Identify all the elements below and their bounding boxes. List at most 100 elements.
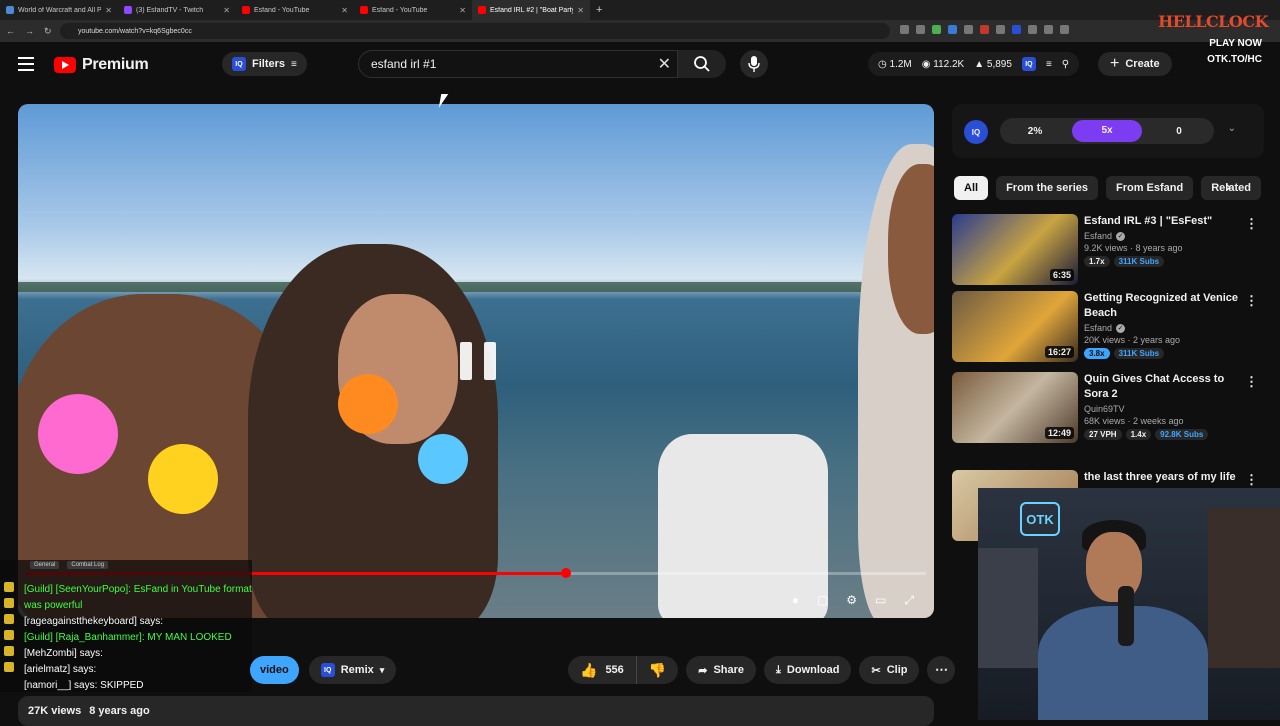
autoplay-toggle-icon[interactable]: ●: [792, 593, 799, 608]
iq-icon[interactable]: IQ: [1021, 57, 1036, 71]
extension-icon[interactable]: [996, 25, 1005, 34]
browser-tab[interactable]: Esfand - YouTube ✕: [236, 0, 354, 20]
channel-name[interactable]: Esfand: [1084, 323, 1112, 333]
extension-icon[interactable]: [948, 25, 957, 34]
download-button[interactable]: ⤓ Download: [764, 656, 852, 684]
chat-author[interactable]: [Guild] [SeenYourPopo]:: [24, 584, 131, 595]
video-title[interactable]: Getting Recognized at Venice Beach: [1084, 291, 1240, 321]
extension-icon[interactable]: [964, 25, 973, 34]
video-title[interactable]: Esfand IRL #3 | "EsFest": [1084, 214, 1240, 229]
chat-button-icon[interactable]: [4, 662, 14, 672]
channel-name[interactable]: Quin69TV: [1084, 404, 1125, 414]
new-tab-button[interactable]: +: [590, 4, 608, 16]
video-thumbnail[interactable]: 16:27: [952, 291, 1078, 362]
stat-badges: 1.7x 311K Subs: [1084, 256, 1240, 267]
chat-button-icon[interactable]: [4, 582, 14, 592]
close-tab-icon[interactable]: ✕: [341, 6, 348, 15]
voice-search-button[interactable]: [740, 50, 768, 78]
browser-tab[interactable]: (3) EsfandTV - Twitch ✕: [118, 0, 236, 20]
stat-badge: 311K Subs: [1113, 256, 1165, 267]
close-tab-icon[interactable]: ✕: [577, 6, 584, 15]
captions-icon[interactable]: ▢: [817, 593, 828, 608]
filter-chip[interactable]: From the series: [996, 176, 1098, 200]
filters-button[interactable]: IQ Filters ≡: [222, 52, 307, 76]
search-input[interactable]: esfand irl #1 ✕: [358, 50, 678, 78]
browser-tab[interactable]: World of Warcraft and All PC G✕: [0, 0, 118, 20]
youtube-header: Premium IQ Filters ≡ esfand irl #1 ✕ ◷ 1…: [0, 42, 1280, 88]
settings-icon[interactable]: ⚙: [846, 593, 857, 608]
extension-icon[interactable]: [900, 25, 909, 34]
extension-icon[interactable]: [932, 25, 941, 34]
video-player[interactable]: ● ▢ ⚙ ▭ ⤢: [18, 104, 934, 618]
chat-author[interactable]: [MehZombi] says:: [24, 648, 103, 659]
recommended-video[interactable]: 12:49 Quin Gives Chat Access to Sora 2 Qui…: [952, 372, 1258, 444]
chat-tab-general[interactable]: General: [30, 561, 60, 569]
share-button[interactable]: ➦ Share: [686, 656, 757, 684]
close-tab-icon[interactable]: ✕: [459, 6, 466, 15]
video-thumbnail[interactable]: 12:49: [952, 372, 1078, 443]
recommended-video[interactable]: 6:35 Esfand IRL #3 | "EsFest" Esfand ✓ 9.2K …: [952, 214, 1258, 286]
youtube-logo[interactable]: Premium: [54, 56, 149, 74]
tab-favicon-icon: [360, 6, 368, 14]
iq-segment[interactable]: 2%: [1000, 126, 1070, 137]
fullscreen-icon[interactable]: ⤢: [904, 593, 914, 608]
search-button[interactable]: [678, 50, 726, 78]
url-field[interactable]: youtube.com/watch?v=kq6Sgbec0cc: [60, 23, 890, 39]
chat-author[interactable]: [Guild] [Raja_Banhammer]:: [24, 632, 145, 643]
chevron-right-icon[interactable]: ›: [1226, 178, 1246, 198]
trophy-icon[interactable]: ⚲: [1062, 59, 1069, 70]
more-vert-icon[interactable]: ⋮: [1245, 374, 1258, 390]
more-vert-icon[interactable]: ⋮: [1245, 293, 1258, 309]
theater-icon[interactable]: ▭: [875, 593, 886, 608]
video-thumbnail[interactable]: 6:35: [952, 214, 1078, 285]
browser-tab[interactable]: Esfand - YouTube ✕: [354, 0, 472, 20]
recommended-video[interactable]: 16:27 Getting Recognized at Venice Beach E…: [952, 291, 1258, 363]
menu-icon[interactable]: [18, 57, 34, 71]
video-title[interactable]: Quin Gives Chat Access to Sora 2: [1084, 372, 1240, 402]
clip-button[interactable]: ✂ Clip: [859, 656, 920, 684]
list-icon[interactable]: ≡: [1046, 59, 1052, 70]
more-vert-icon[interactable]: ⋮: [1245, 216, 1258, 232]
creation-actions: video IQ Remix ▾: [250, 656, 397, 684]
browser-tab[interactable]: Esfand IRL #2 | "Boat Party" ✕: [472, 0, 590, 20]
extension-icon[interactable]: [1060, 25, 1069, 34]
video-title[interactable]: the last three years of my life: [1084, 470, 1240, 485]
chat-button-icon[interactable]: [4, 646, 14, 656]
like-button[interactable]: 👍 556: [568, 656, 637, 684]
reload-icon[interactable]: ↻: [44, 26, 52, 37]
remix-button[interactable]: IQ Remix ▾: [308, 656, 397, 684]
channel-name[interactable]: Esfand: [1084, 231, 1112, 241]
progress-scrubber[interactable]: [561, 568, 571, 578]
filter-chip[interactable]: All: [954, 176, 989, 200]
extension-icon[interactable]: [1044, 25, 1053, 34]
back-icon[interactable]: ←: [6, 26, 15, 36]
chat-author[interactable]: [rageagainstthekeyboard] says:: [24, 616, 163, 627]
close-icon[interactable]: ✕: [658, 54, 671, 74]
description-box[interactable]: [18, 696, 934, 726]
chat-button-icon[interactable]: [4, 630, 14, 640]
iq-segment[interactable]: 0: [1144, 126, 1214, 137]
pause-button[interactable]: [454, 330, 534, 390]
more-vert-icon[interactable]: ⋮: [1245, 472, 1258, 488]
more-actions-button[interactable]: ⋯: [927, 656, 956, 684]
chat-author[interactable]: [namori__] says:: [24, 680, 97, 691]
filter-chip[interactable]: From Esfand: [1105, 176, 1194, 200]
chat-author[interactable]: [arielmatz] says:: [24, 664, 96, 675]
extension-icon[interactable]: [1012, 25, 1021, 34]
chat-button-icon[interactable]: [4, 614, 14, 624]
chat-tab-combat-log[interactable]: Combat Log: [67, 561, 109, 569]
likes-stat: ▲ 5,895: [974, 58, 1012, 70]
extension-icon[interactable]: [1028, 25, 1037, 34]
dislike-button[interactable]: 👎: [637, 656, 678, 684]
video-button[interactable]: video: [250, 656, 299, 684]
chevron-down-icon[interactable]: ⌄: [1228, 123, 1236, 134]
video-info: Quin Gives Chat Access to Sora 2 Quin69TV…: [1084, 372, 1240, 440]
iq-segment-active[interactable]: 5x: [1072, 120, 1142, 142]
close-tab-icon[interactable]: ✕: [223, 6, 230, 15]
chat-button-icon[interactable]: [4, 598, 14, 608]
close-tab-icon[interactable]: ✕: [105, 6, 112, 15]
extension-icon[interactable]: [916, 25, 925, 34]
forward-icon[interactable]: →: [25, 26, 34, 36]
extension-icon[interactable]: [980, 25, 989, 34]
channel-name-row: Esfand ✓: [1084, 231, 1240, 241]
